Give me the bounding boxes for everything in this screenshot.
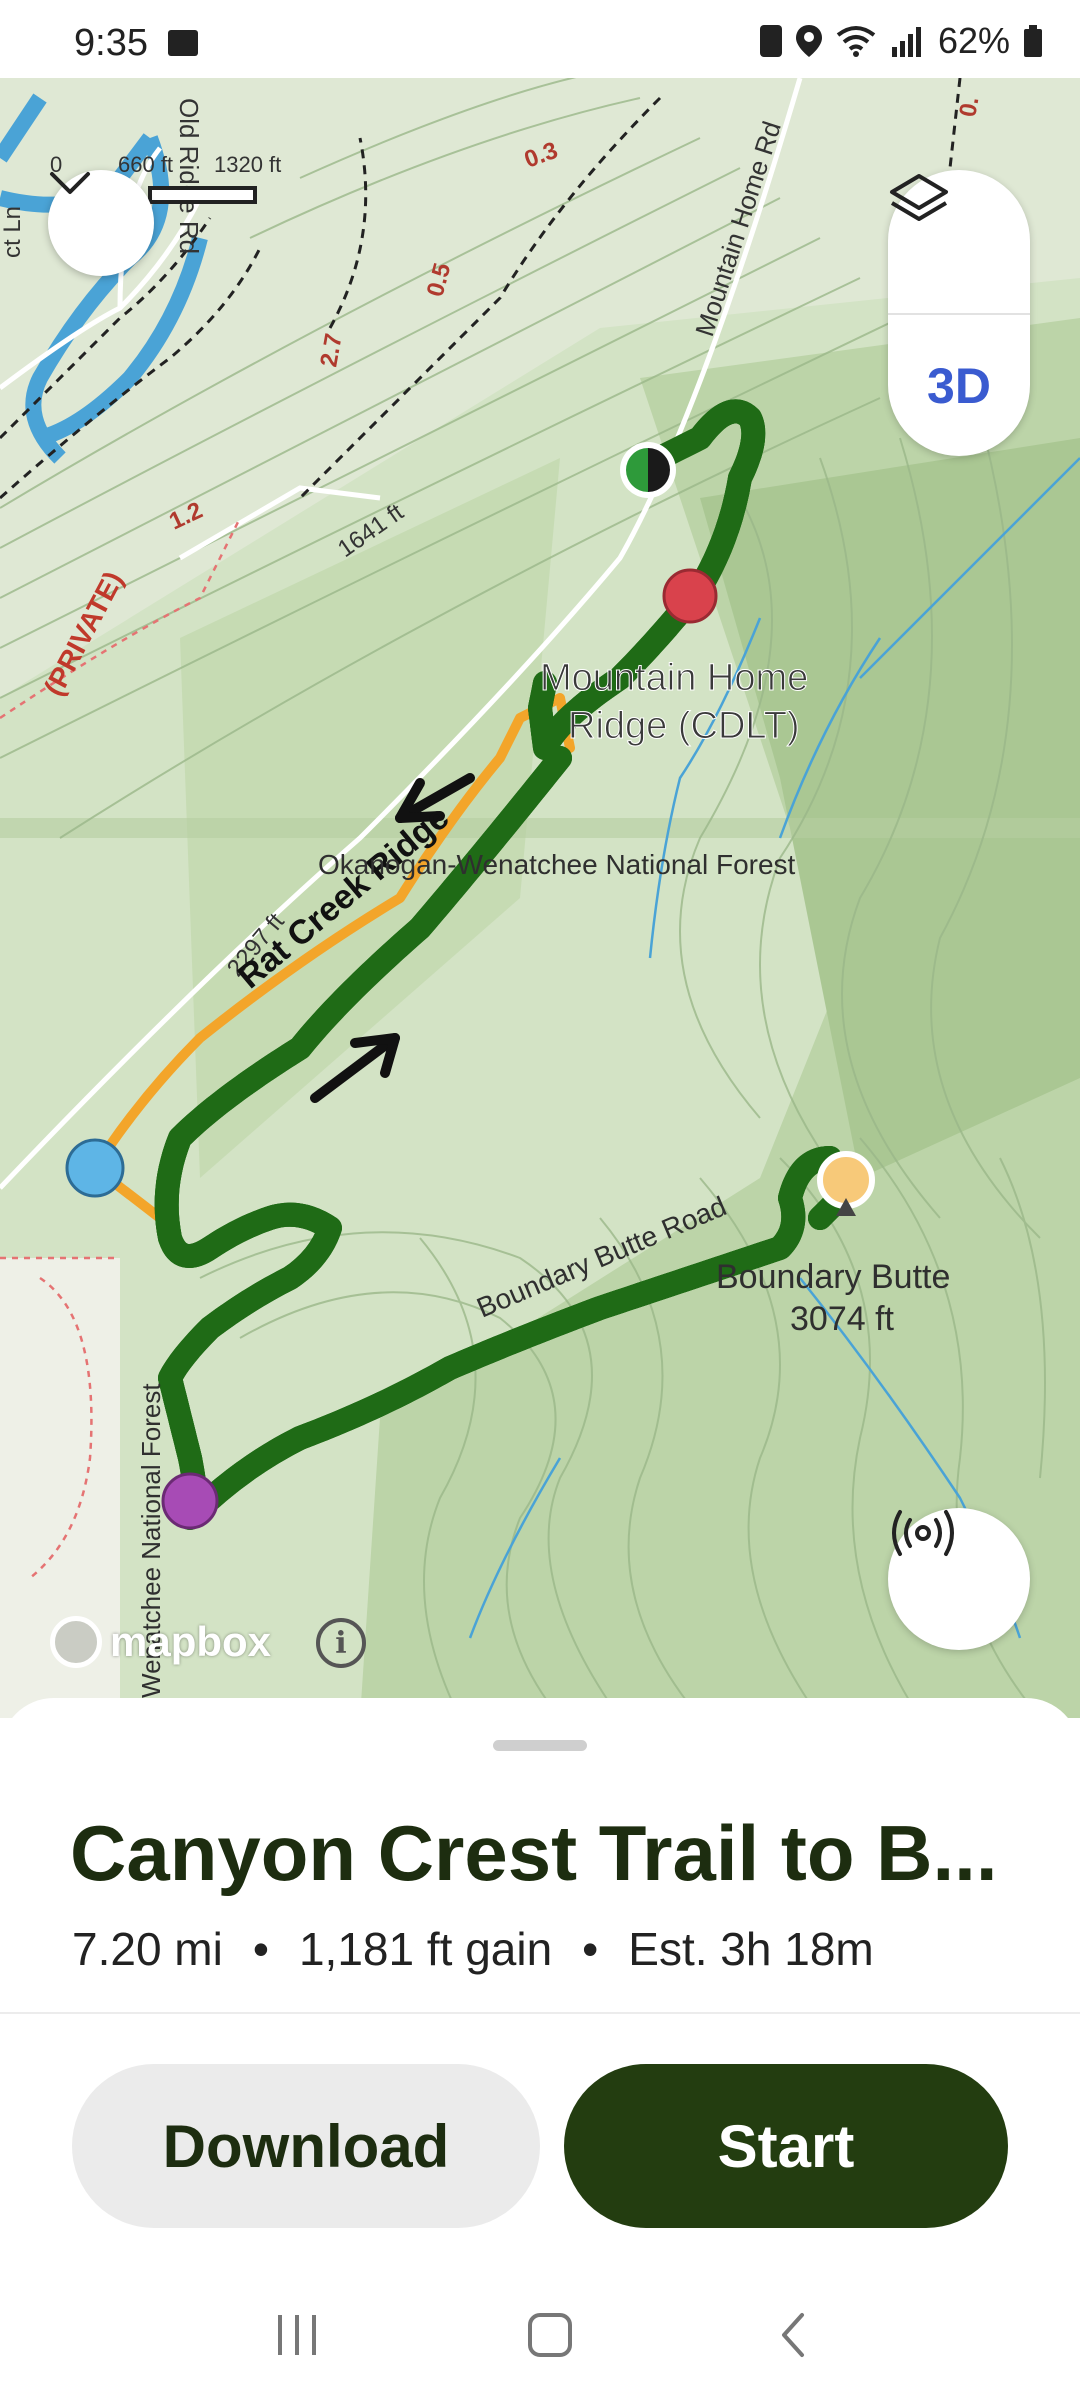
3d-button[interactable]: 3D (888, 315, 1030, 456)
info-icon[interactable]: i (316, 1618, 366, 1668)
back-icon[interactable] (778, 2311, 808, 2359)
recents-icon[interactable] (272, 2313, 322, 2357)
trail-time: Est. 3h 18m (628, 1923, 874, 1975)
sheet-handle[interactable] (493, 1740, 587, 1751)
start-button[interactable]: Start (564, 2064, 1008, 2228)
label-dist-27: 2.7 (315, 331, 347, 369)
status-bar: 9:35 62% (0, 0, 1080, 78)
trail-stats: 7.20 mi • 1,181 ft gain • Est. 3h 18m (72, 1922, 874, 1976)
label-old-ridge-rd: Old Ridge Rd (174, 98, 204, 254)
label-boundary-butte-2: 3074 ft (790, 1300, 895, 1338)
trail-title: Canyon Crest Trail to B... (70, 1809, 998, 1897)
broadcast-button[interactable] (888, 1508, 1030, 1650)
signal-icon (891, 27, 921, 57)
status-time: 9:35 (74, 22, 148, 64)
label-boundary-butte-1: Boundary Butte (716, 1258, 950, 1296)
home-icon[interactable] (526, 2311, 574, 2359)
sheet-divider (0, 2012, 1080, 2014)
stats-separator: • (252, 1923, 269, 1975)
label-mountain-home-ridge-2: Ridge (CDLT) (568, 705, 800, 747)
label-scale-2: 1320 ft (214, 152, 281, 177)
status-icons: 62% (759, 20, 1042, 62)
map-view[interactable]: 0 660 ft 1320 ft Old Ridge Rd Mountain H… (0, 78, 1080, 1718)
mapbox-label: mapbox (110, 1618, 272, 1665)
battery-icon (1024, 25, 1042, 57)
label-okanogan: Okanogan-Wenatchee National Forest (318, 849, 796, 880)
chevron-down-icon (50, 172, 90, 194)
system-nav-bar (0, 2270, 1080, 2400)
stats-separator: • (582, 1923, 599, 1975)
battery-percent: 62% (937, 20, 1010, 61)
wifi-icon (836, 26, 876, 57)
location-icon (795, 25, 822, 57)
collapse-button[interactable] (48, 170, 154, 276)
trail-distance: 7.20 mi (72, 1923, 223, 1975)
layers-button[interactable] (888, 170, 1030, 313)
mapbox-attribution[interactable]: mapbox (50, 1616, 271, 1668)
label-mountain-home-ridge-1: Mountain Home (540, 657, 808, 699)
label-edge-ln: ct Ln (0, 206, 26, 258)
image-icon (168, 30, 198, 56)
layers-icon (890, 174, 948, 221)
label-scale-1: 660 ft (118, 152, 173, 177)
map-controls: 3D (888, 170, 1030, 456)
download-button[interactable]: Download (72, 2064, 540, 2228)
trail-gain: 1,181 ft gain (298, 1923, 553, 1975)
broadcast-icon (892, 1510, 954, 1556)
recycle-icon (759, 25, 782, 57)
mapbox-logo-icon (50, 1616, 102, 1668)
